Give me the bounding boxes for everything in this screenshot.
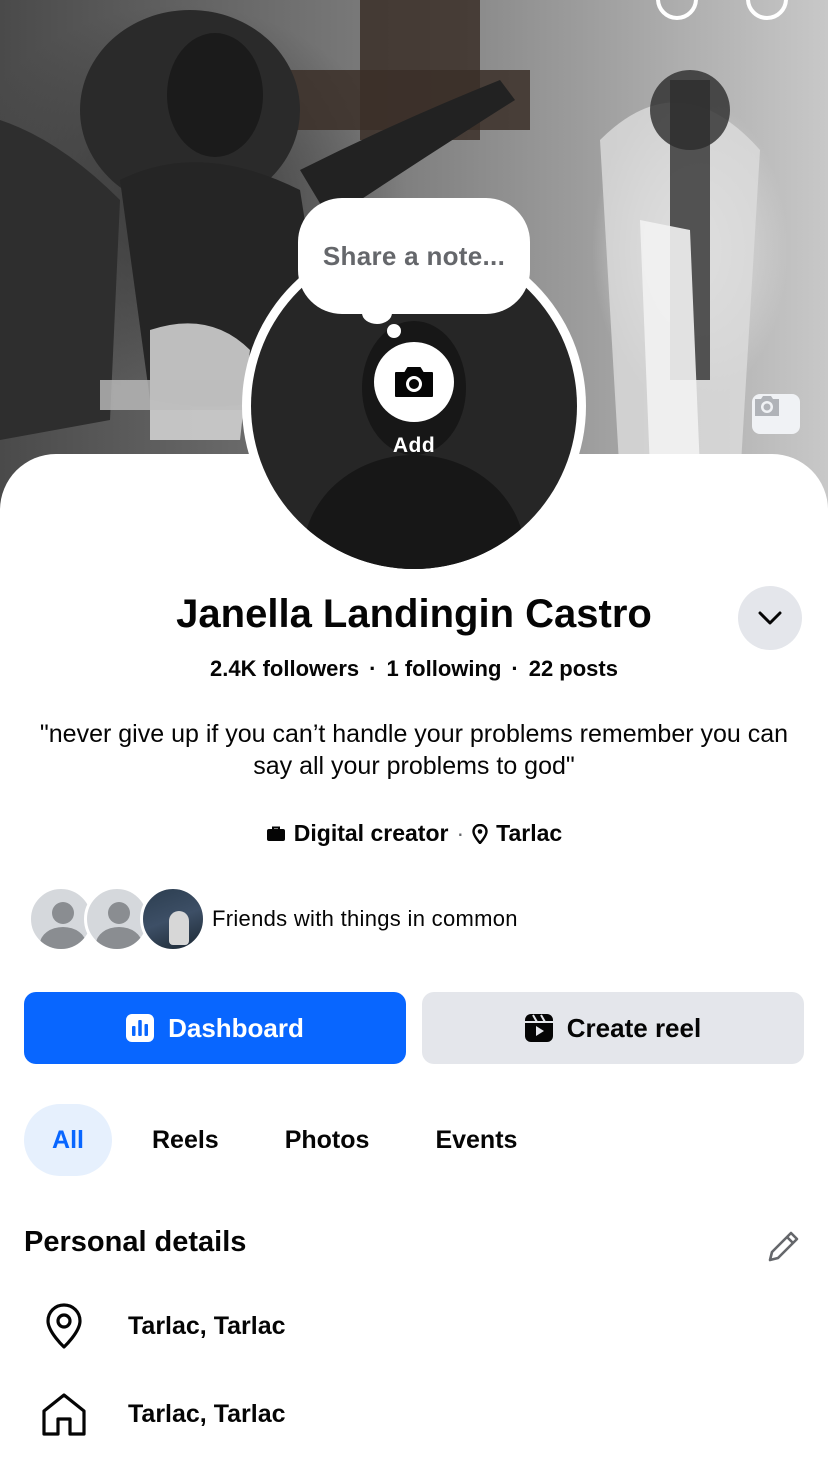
stats-separator: ·: [511, 656, 519, 681]
mutual-friends-row[interactable]: Friends with things in common: [28, 886, 808, 952]
reels-icon: [524, 1014, 553, 1042]
home-icon: [38, 1388, 90, 1440]
add-photo-label: Add: [392, 434, 436, 457]
edit-cover-camera-button[interactable]: [752, 394, 800, 434]
tab-events[interactable]: Events: [435, 1104, 517, 1176]
note-bubble-tail-dot: [387, 324, 401, 338]
profile-category: Digital creator: [293, 820, 449, 846]
detail-row-current-city[interactable]: Tarlac, Tarlac: [38, 1298, 798, 1354]
stats-separator: ·: [369, 656, 377, 681]
profile-expand-button[interactable]: [738, 586, 802, 650]
location-pin-icon: [38, 1300, 90, 1352]
dashboard-button[interactable]: Dashboard: [24, 992, 406, 1064]
avatar-placeholder-body: [303, 455, 525, 569]
profile-location: Tarlac: [496, 820, 563, 846]
tab-reels[interactable]: Reels: [152, 1104, 219, 1176]
profile-stats: 2.4K followers · 1 following · 22 posts: [0, 656, 828, 682]
camera-icon: [395, 367, 433, 397]
edit-personal-details-button[interactable]: [764, 1226, 804, 1266]
detail-row-hometown[interactable]: Tarlac, Tarlac: [38, 1386, 798, 1442]
profile-tabs: All Reels Photos Events: [24, 1104, 517, 1176]
create-reel-label: Create reel: [566, 1012, 702, 1043]
pencil-icon: [768, 1231, 799, 1262]
tab-photos[interactable]: Photos: [285, 1104, 370, 1176]
note-bubble-tail: [362, 302, 392, 324]
profile-meta: Digital creator · Tarlac: [0, 820, 828, 847]
profile-name: Janella Landingin Castro: [176, 592, 652, 636]
tab-all[interactable]: All: [24, 1104, 112, 1176]
add-profile-photo-button[interactable]: [374, 342, 454, 422]
detail-text: Tarlac, Tarlac: [128, 1399, 286, 1428]
personal-details-title: Personal details: [24, 1226, 247, 1258]
posts-count: 22 posts: [528, 656, 618, 681]
dashboard-icon: [126, 1014, 155, 1042]
create-reel-button[interactable]: Create reel: [422, 992, 804, 1064]
mutual-friends-text: Friends with things in common: [212, 906, 518, 931]
dashboard-label: Dashboard: [168, 1012, 304, 1043]
share-note-placeholder: Share a note...: [322, 240, 506, 271]
meta-separator: ·: [456, 820, 465, 846]
detail-text: Tarlac, Tarlac: [128, 1311, 286, 1340]
share-note-bubble[interactable]: Share a note...: [298, 198, 530, 314]
following-count[interactable]: 1 following: [387, 656, 502, 681]
followers-count[interactable]: 2.4K followers: [210, 656, 359, 681]
friend-avatar: [140, 886, 206, 952]
chevron-down-icon: [758, 611, 782, 625]
location-pin-icon: [472, 823, 488, 844]
camera-icon: [755, 396, 779, 416]
briefcase-icon: [266, 826, 285, 841]
profile-bio: "never give up if you can’t handle your …: [39, 720, 789, 780]
